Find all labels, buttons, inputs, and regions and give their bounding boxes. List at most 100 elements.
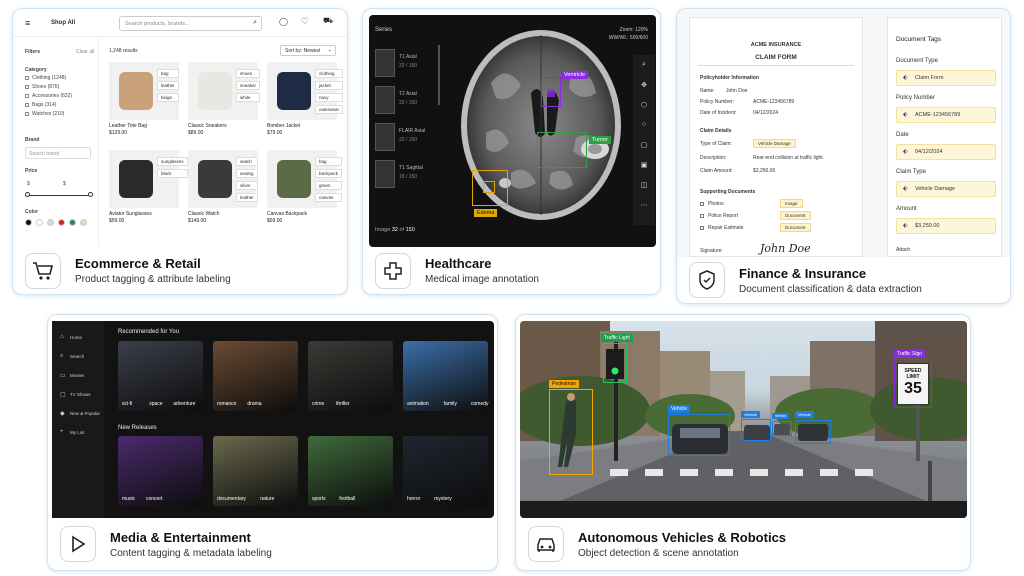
- vehicle-box-2[interactable]: [741, 419, 771, 441]
- tag-field-value[interactable]: ⬖ Vehicle Damage: [896, 181, 996, 197]
- attribute-tag[interactable]: analog: [236, 169, 258, 178]
- series-item[interactable]: FLAIR Axial 32 / 150: [375, 123, 435, 153]
- nav-item-new-popular[interactable]: New & Popular: [70, 411, 100, 416]
- tag-field-value[interactable]: ⬖ Claim Form: [896, 70, 996, 86]
- genre-tag[interactable]: space: [149, 401, 162, 407]
- attribute-tag[interactable]: white: [236, 93, 261, 102]
- nav-item-tv-shows[interactable]: TV Shows: [70, 392, 91, 397]
- category-item[interactable]: Bags (314): [25, 102, 56, 108]
- genre-tag[interactable]: adventure: [173, 401, 195, 407]
- product-card[interactable]: clothing jacket navy outerwear Bomber Jacket…: [267, 62, 344, 148]
- attribute-tag[interactable]: shoes: [236, 69, 261, 78]
- attribute-tag[interactable]: watch: [236, 157, 258, 166]
- tv-icon[interactable]: ▢: [60, 391, 66, 398]
- attribute-tag[interactable]: navy: [315, 93, 344, 102]
- doc-checkbox[interactable]: [700, 226, 704, 230]
- crop-tool-icon[interactable]: ◫: [636, 181, 652, 195]
- doc-checkbox[interactable]: [700, 214, 704, 218]
- category-item[interactable]: Accessories (632): [25, 93, 72, 99]
- genre-tag[interactable]: football: [339, 496, 355, 502]
- search-tool-icon[interactable]: ⌕: [636, 61, 652, 75]
- color-swatch[interactable]: [25, 219, 32, 226]
- movies-icon[interactable]: ▭: [60, 372, 66, 379]
- home-icon[interactable]: ⌂: [60, 334, 64, 340]
- genre-tag[interactable]: nature: [260, 496, 274, 502]
- attribute-tag[interactable]: leather: [236, 193, 258, 202]
- product-card[interactable]: bag leather beige Leather Tote Bag $129.00: [109, 62, 179, 148]
- cart-icon[interactable]: ⛟: [323, 16, 333, 26]
- rect-tool-icon[interactable]: ▢: [636, 141, 652, 155]
- attribute-tag[interactable]: beige: [157, 93, 179, 102]
- sort-dropdown[interactable]: Sort by: Newest ⌄: [280, 45, 336, 56]
- nav-item-home[interactable]: Home: [70, 335, 82, 340]
- attribute-tag[interactable]: jacket: [315, 81, 344, 90]
- genre-tag[interactable]: documentary: [217, 496, 246, 502]
- series-thumbnail[interactable]: [375, 123, 395, 151]
- traffic-light-label[interactable]: Traffic Light: [601, 334, 633, 342]
- tumor-label[interactable]: Tumor: [589, 136, 611, 144]
- color-swatch[interactable]: [69, 219, 76, 226]
- genre-tag[interactable]: horror: [407, 496, 420, 502]
- series-thumbnail[interactable]: [375, 86, 395, 114]
- slider-handle-right[interactable]: [88, 192, 93, 197]
- genre-tag[interactable]: comedy: [471, 401, 489, 407]
- checkbox[interactable]: [25, 111, 29, 116]
- ventricle-label[interactable]: Ventricle: [561, 71, 589, 79]
- vehicle-label-3[interactable]: Vehicle: [772, 413, 790, 419]
- price-max[interactable]: $: [63, 181, 66, 187]
- attribute-tag[interactable]: leather: [157, 81, 179, 90]
- category-item[interactable]: Clothing (1248): [25, 75, 66, 81]
- menu-icon[interactable]: ≡: [25, 18, 30, 28]
- attribute-tag[interactable]: black: [157, 169, 188, 178]
- attribute-tag[interactable]: bag: [315, 157, 343, 166]
- traffic-light-box[interactable]: [603, 343, 627, 383]
- polygon-tool-icon[interactable]: ⬡: [636, 101, 652, 115]
- price-slider[interactable]: [25, 195, 91, 196]
- vehicle-label-2[interactable]: Vehicle: [741, 411, 760, 418]
- attribute-tag[interactable]: silver: [236, 181, 258, 190]
- search-icon[interactable]: ⌕: [60, 353, 63, 360]
- add-icon[interactable]: +: [60, 429, 64, 435]
- brand-search[interactable]: Search brand: [25, 147, 91, 159]
- product-card[interactable]: shoes sneaker white Classic Sneakers $89.00: [188, 62, 261, 148]
- series-thumbnail[interactable]: [375, 160, 395, 188]
- image-tool-icon[interactable]: ▣: [636, 161, 652, 175]
- tag-field-value[interactable]: ⬖ 04/12/2024: [896, 144, 996, 160]
- attribute-tag[interactable]: backpack: [315, 169, 343, 178]
- genre-tag[interactable]: sports: [312, 496, 326, 502]
- genre-tag[interactable]: crime: [312, 401, 324, 407]
- vehicle-box-4[interactable]: [795, 420, 831, 444]
- vehicle-label-4[interactable]: Vehicle: [795, 411, 814, 418]
- color-swatch[interactable]: [47, 219, 54, 226]
- more-icon[interactable]: ⋯: [636, 201, 652, 215]
- attribute-tag[interactable]: sunglasses: [157, 157, 188, 166]
- color-swatch[interactable]: [80, 219, 87, 226]
- vehicle-box-3[interactable]: [772, 421, 792, 436]
- doc-type-chip[interactable]: Document: [780, 211, 811, 220]
- checkbox[interactable]: [25, 84, 29, 89]
- vehicle-box-1[interactable]: [668, 414, 730, 456]
- series-item[interactable]: T2 Axial 32 / 150: [375, 86, 435, 116]
- price-min[interactable]: $: [27, 181, 30, 187]
- doc-type-chip[interactable]: Document: [780, 223, 811, 232]
- clear-all-link[interactable]: Clear all: [76, 49, 94, 55]
- genre-tag[interactable]: concert: [146, 496, 162, 502]
- nav-item-search[interactable]: Search: [70, 354, 84, 359]
- heart-icon[interactable]: ♡: [301, 16, 309, 27]
- checkbox[interactable]: [25, 75, 29, 80]
- product-card[interactable]: bag backpack green canvas Canvas Backpack $69…: [267, 150, 343, 236]
- tag-field-value[interactable]: ⬖ $3,250.00: [896, 218, 996, 234]
- pedestrian-label[interactable]: Pedestrian: [549, 380, 579, 388]
- tumor-box[interactable]: [537, 132, 587, 168]
- slider-handle-left[interactable]: [25, 192, 30, 197]
- doc-checkbox[interactable]: [700, 202, 704, 206]
- traffic-sign-box[interactable]: [894, 359, 932, 408]
- doc-type-chip[interactable]: Image: [780, 199, 803, 208]
- attribute-tag[interactable]: sneaker: [236, 81, 261, 90]
- product-card[interactable]: watch analog silver leather Classic Watch $14…: [188, 150, 258, 236]
- search-icon[interactable]: ⌕: [253, 19, 257, 27]
- series-thumbnail[interactable]: [375, 49, 395, 77]
- search-input[interactable]: Search products, brands... ⌕: [119, 16, 262, 31]
- user-icon[interactable]: ◯: [279, 17, 288, 26]
- genre-tag[interactable]: sci-fi: [122, 401, 132, 407]
